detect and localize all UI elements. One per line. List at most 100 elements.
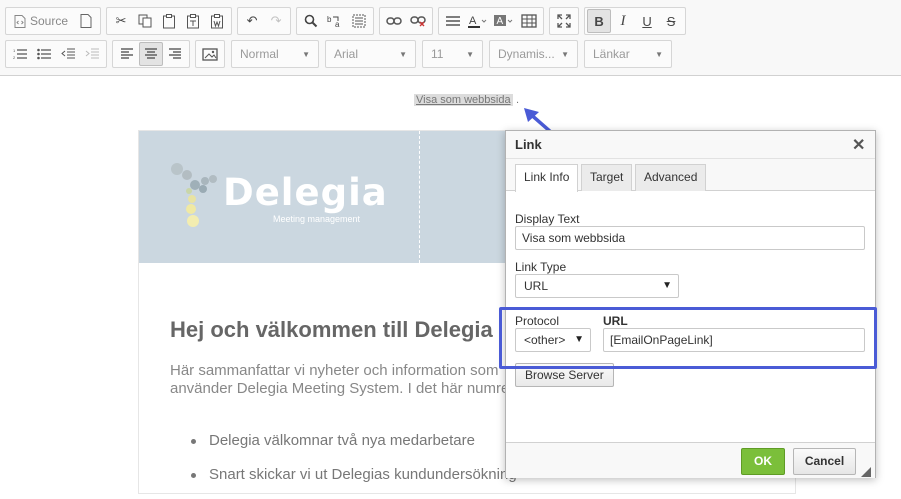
toolbar-group-image — [195, 40, 225, 68]
toolbar-group-history: ↶ ↷ — [237, 7, 292, 35]
toolbar-group-document: Source — [5, 7, 102, 35]
email-paragraph-line: använder Delegia Meeting System. I det h… — [170, 380, 505, 397]
close-icon[interactable]: ✕ — [852, 135, 865, 155]
annotation-highlight-box — [499, 307, 877, 369]
svg-text:a: a — [335, 20, 340, 28]
underline-icon: U — [642, 13, 652, 29]
horizontal-rule-icon — [446, 16, 461, 26]
decrease-indent-button[interactable] — [56, 42, 80, 66]
link-type-label: Link Type — [515, 260, 567, 274]
svg-text:2: 2 — [13, 55, 16, 60]
svg-text:b: b — [327, 15, 332, 24]
increase-indent-button[interactable] — [80, 42, 104, 66]
align-right-icon — [169, 48, 181, 59]
redo-icon: ↷ — [270, 13, 282, 28]
font-size-combo-value: 11 — [431, 47, 444, 61]
italic-button[interactable]: I — [611, 9, 635, 33]
links-combo[interactable]: Länkar ▼ — [584, 40, 672, 68]
align-center-icon — [145, 48, 157, 59]
bold-icon: B — [594, 13, 604, 29]
paste-word-button[interactable] — [205, 9, 229, 33]
image-icon — [202, 47, 218, 61]
source-button-label: Source — [30, 14, 69, 28]
redo-button[interactable]: ↷ — [264, 9, 288, 33]
align-left-button[interactable] — [115, 42, 139, 66]
underline-button[interactable]: U — [635, 9, 659, 33]
align-right-button[interactable] — [163, 42, 187, 66]
toolbar-group-links — [379, 7, 434, 35]
paste-button[interactable] — [157, 9, 181, 33]
tab-link-info[interactable]: Link Info — [515, 164, 579, 192]
select-all-icon — [352, 14, 366, 28]
toolbar-group-find: ba — [296, 7, 375, 35]
email-intro-paragraph: Här sammanfattar vi nyheter och informat… — [170, 362, 505, 398]
cancel-button[interactable]: Cancel — [793, 448, 856, 475]
copy-button[interactable] — [133, 9, 157, 33]
table-button[interactable] — [517, 9, 541, 33]
chevron-down-icon: ▼ — [302, 49, 310, 59]
background-color-icon: A — [494, 15, 513, 27]
clipboard-icon — [163, 13, 176, 28]
chevron-down-icon: ▼ — [662, 280, 672, 291]
dialog-footer: OK Cancel — [506, 442, 875, 478]
numbered-list-button[interactable]: 12 — [8, 42, 32, 66]
format-combo[interactable]: Normal ▼ — [231, 40, 319, 68]
email-news-list: Delegia välkomnar två nya medarbetare Sn… — [189, 431, 549, 499]
maximize-button[interactable] — [552, 9, 576, 33]
copy-icon — [138, 14, 152, 28]
link-button[interactable] — [382, 9, 406, 33]
background-color-button[interactable]: A — [491, 9, 517, 33]
chevron-down-icon: ▼ — [561, 49, 569, 59]
source-button[interactable]: Source — [8, 9, 74, 33]
dialog-title-bar[interactable]: Link ✕ — [506, 131, 875, 159]
indent-icon — [85, 48, 99, 59]
unlink-button[interactable] — [406, 9, 430, 33]
toolbar-row-1: Source ✂ ↶ ↷ b a A A B I U S — [0, 5, 687, 37]
image-button[interactable] — [198, 42, 222, 66]
numbered-list-icon: 12 — [13, 48, 27, 60]
new-page-button[interactable] — [74, 9, 98, 33]
svg-text:1: 1 — [13, 48, 16, 53]
display-text-input[interactable]: Visa som webbsida — [515, 226, 865, 250]
bold-button[interactable]: B — [587, 9, 612, 33]
list-item: Delegia välkomnar två nya medarbetare — [189, 431, 549, 465]
dynamic-fields-combo[interactable]: Dynamis... ▼ — [489, 40, 578, 68]
editor-toolbar: Source ✂ ↶ ↷ b a A A B I U S 1 2 Normal … — [0, 0, 901, 76]
ok-button[interactable]: OK — [741, 448, 785, 475]
bulleted-list-button[interactable] — [32, 42, 56, 66]
toolbar-group-clipboard: ✂ — [106, 7, 233, 35]
replace-button[interactable]: ba — [323, 9, 347, 33]
text-color-button[interactable]: A — [465, 9, 491, 33]
links-combo-value: Länkar — [593, 47, 630, 61]
find-button[interactable] — [299, 9, 323, 33]
paste-text-icon — [187, 13, 200, 28]
tab-advanced[interactable]: Advanced — [635, 164, 707, 191]
outdent-icon — [61, 48, 75, 59]
select-all-button[interactable] — [347, 9, 371, 33]
undo-button[interactable]: ↶ — [240, 9, 264, 33]
dynamic-fields-combo-value: Dynamis... — [498, 47, 555, 61]
link-icon — [386, 17, 402, 25]
horizontal-rule-button[interactable] — [441, 9, 465, 33]
strikethrough-button[interactable]: S — [659, 9, 683, 33]
dialog-tabs: Link Info Target Advanced — [506, 159, 875, 192]
align-center-button[interactable] — [139, 42, 163, 66]
font-size-combo[interactable]: 11 ▼ — [422, 40, 483, 68]
link-type-select[interactable]: URL ▼ — [515, 274, 679, 298]
cut-button[interactable]: ✂ — [109, 9, 133, 33]
font-combo-value: Arial — [334, 47, 359, 61]
scissors-icon: ✂ — [115, 13, 127, 28]
toolbar-row-2: 12 Normal ▼ Arial ▼ 11 ▼ Dynamis... ▼ Lä… — [0, 38, 672, 70]
display-text-label: Display Text — [515, 212, 580, 226]
source-icon — [14, 14, 26, 28]
paste-text-button[interactable] — [181, 9, 205, 33]
tab-target[interactable]: Target — [581, 164, 633, 191]
link-type-value: URL — [524, 279, 549, 293]
font-combo[interactable]: Arial ▼ — [325, 40, 416, 68]
resize-handle-icon[interactable] — [861, 467, 871, 477]
web-version-link-dot: . — [516, 94, 520, 106]
chevron-down-icon: ▼ — [399, 49, 407, 59]
web-version-link[interactable]: Visa som webbsida — [414, 94, 513, 106]
undo-icon: ↶ — [246, 13, 258, 28]
toolbar-group-basic-styles: B I U S — [584, 7, 687, 35]
